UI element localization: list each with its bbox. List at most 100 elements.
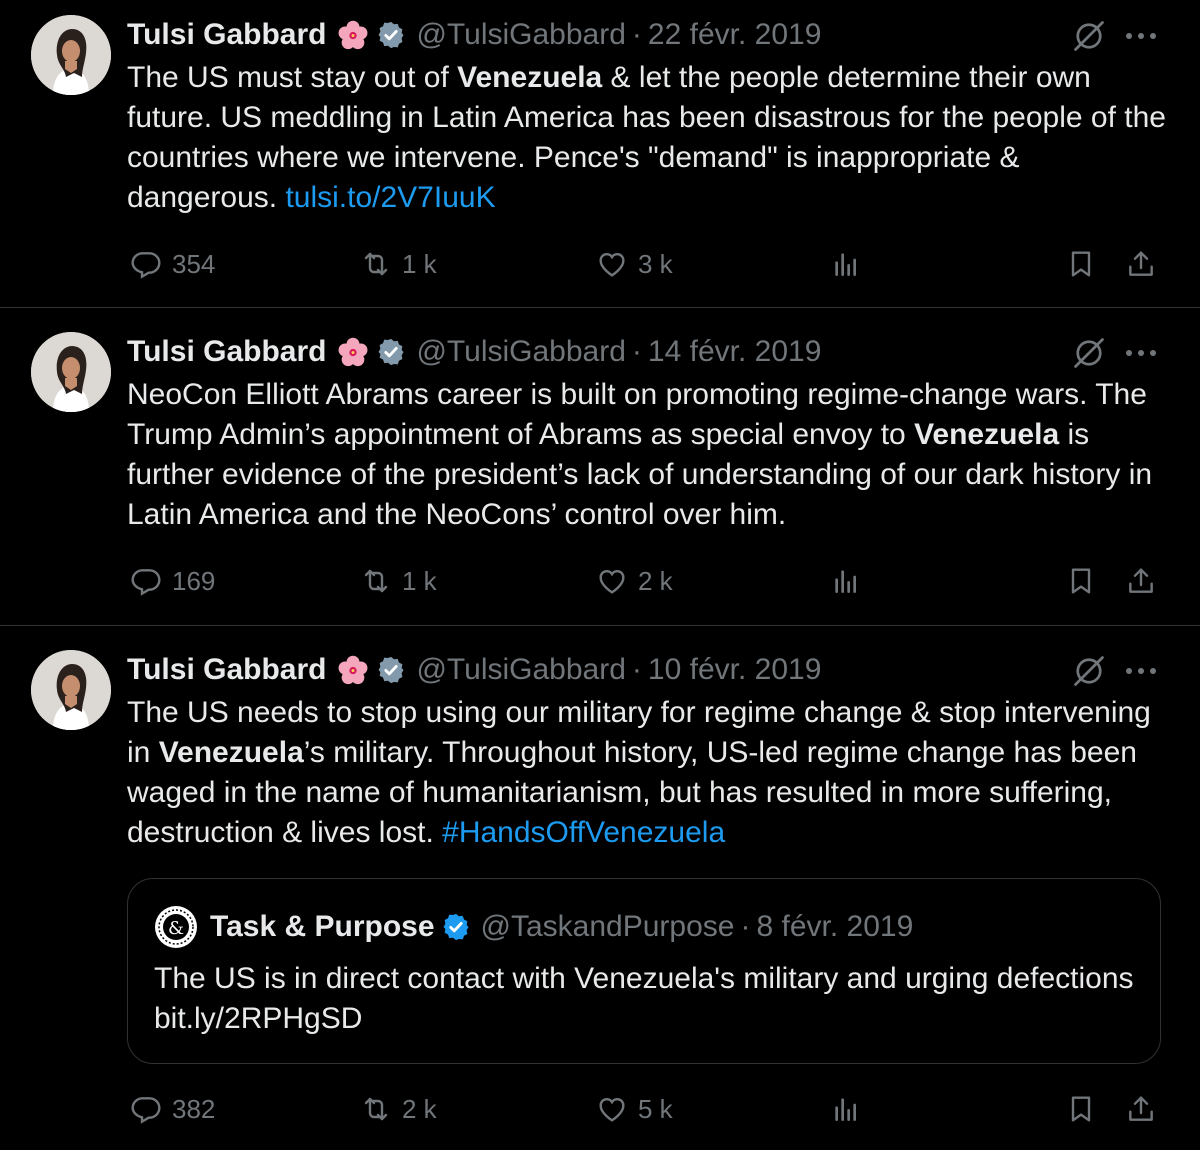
action-bar: 354 1 k 3 k xyxy=(0,244,1200,284)
highlighted-term: Venezuela xyxy=(158,736,304,769)
verified-badge-icon[interactable] xyxy=(376,337,406,367)
more-options-icon[interactable] xyxy=(1124,31,1158,41)
share-button[interactable] xyxy=(1125,561,1157,601)
verified-badge-icon[interactable] xyxy=(376,655,406,685)
highlighted-term: Venezuela xyxy=(914,418,1060,451)
grok-icon[interactable] xyxy=(1071,18,1107,54)
repost-count: 2 k xyxy=(402,1093,437,1124)
quote-author-name[interactable]: Task & Purpose xyxy=(210,910,435,944)
avatar[interactable] xyxy=(31,650,111,730)
verified-badge-icon[interactable] xyxy=(376,20,406,50)
quote-date[interactable]: 8 févr. 2019 xyxy=(756,910,913,944)
reply-icon xyxy=(130,565,162,597)
action-bar: 169 1 k 2 k xyxy=(0,561,1200,601)
hashtag-link[interactable]: #HandsOffVenezuela xyxy=(442,816,725,849)
task-and-purpose-logo-icon[interactable]: & xyxy=(154,905,198,949)
tweet-3[interactable]: Tulsi Gabbard @TulsiGabbard · 10 févr. 2… xyxy=(0,626,1200,1150)
author-name[interactable]: Tulsi Gabbard xyxy=(127,335,326,369)
like-count: 5 k xyxy=(638,1093,673,1124)
bookmark-icon xyxy=(1065,248,1097,280)
author-name[interactable]: Tulsi Gabbard xyxy=(127,653,326,687)
more-options-icon[interactable] xyxy=(1124,666,1158,676)
reply-count: 382 xyxy=(172,1093,216,1124)
profile-photo-icon xyxy=(31,15,111,95)
separator-dot: · xyxy=(631,335,642,368)
heart-icon xyxy=(596,1093,628,1125)
hibiscus-emoji-icon xyxy=(336,18,370,52)
repost-button[interactable]: 2 k xyxy=(360,1089,437,1129)
hibiscus-emoji-icon xyxy=(336,653,370,687)
bookmark-button[interactable] xyxy=(1065,1089,1097,1129)
reply-count: 354 xyxy=(172,248,216,279)
views-chart-icon xyxy=(830,1093,862,1125)
reply-icon xyxy=(130,248,162,280)
profile-photo-icon xyxy=(31,332,111,412)
tweet-2[interactable]: Tulsi Gabbard @TulsiGabbard · 14 févr. 2… xyxy=(0,308,1200,625)
share-icon xyxy=(1125,1093,1157,1125)
quote-author-handle[interactable]: @TaskandPurpose xyxy=(481,910,735,944)
heart-icon xyxy=(596,565,628,597)
views-chart-icon xyxy=(830,565,862,597)
views-button[interactable] xyxy=(830,561,862,601)
bookmark-icon xyxy=(1065,565,1097,597)
quoted-tweet[interactable]: & Task & Purpose @TaskandPurpose · 8 fév… xyxy=(127,878,1161,1064)
grok-icon[interactable] xyxy=(1071,335,1107,371)
share-icon xyxy=(1125,248,1157,280)
views-button[interactable] xyxy=(830,1089,862,1129)
tweet-date[interactable]: 10 févr. 2019 xyxy=(648,653,821,687)
reply-icon xyxy=(130,1093,162,1125)
svg-text:&: & xyxy=(168,918,184,939)
like-count: 3 k xyxy=(638,248,673,279)
tweet-date[interactable]: 22 févr. 2019 xyxy=(648,18,821,52)
share-icon xyxy=(1125,565,1157,597)
repost-count: 1 k xyxy=(402,565,437,596)
reply-button[interactable]: 354 xyxy=(130,244,215,284)
quote-header: & Task & Purpose @TaskandPurpose · 8 fév… xyxy=(154,905,913,949)
text-segment: The US must stay out of xyxy=(127,61,458,94)
reply-button[interactable]: 382 xyxy=(130,1089,215,1129)
tweet-header: Tulsi Gabbard @TulsiGabbard · 22 févr. 2… xyxy=(127,15,821,55)
tweet-text: NeoCon Elliott Abrams career is built on… xyxy=(127,375,1167,535)
quote-text: The US is in direct contact with Venezue… xyxy=(154,962,1134,1035)
tweet-header: Tulsi Gabbard @TulsiGabbard · 14 févr. 2… xyxy=(127,332,821,372)
separator-dot: · xyxy=(740,910,751,943)
verified-badge-icon[interactable] xyxy=(441,912,471,942)
tweet-text: The US needs to stop using our military … xyxy=(127,693,1167,853)
like-button[interactable]: 3 k xyxy=(596,244,673,284)
share-button[interactable] xyxy=(1125,244,1157,284)
repost-icon xyxy=(360,565,392,597)
repost-icon xyxy=(360,1093,392,1125)
bookmark-button[interactable] xyxy=(1065,561,1097,601)
tweet-header: Tulsi Gabbard @TulsiGabbard · 10 févr. 2… xyxy=(127,650,821,690)
repost-button[interactable]: 1 k xyxy=(360,244,437,284)
separator-dot: · xyxy=(631,18,642,51)
hibiscus-emoji-icon xyxy=(336,335,370,369)
views-button[interactable] xyxy=(830,244,862,284)
reply-button[interactable]: 169 xyxy=(130,561,215,601)
tweet-date[interactable]: 14 févr. 2019 xyxy=(648,335,821,369)
author-handle[interactable]: @TulsiGabbard xyxy=(416,653,625,687)
highlighted-term: Venezuela xyxy=(457,61,603,94)
tweet-text: The US must stay out of Venezuela & let … xyxy=(127,58,1167,218)
grok-icon[interactable] xyxy=(1071,653,1107,689)
tweet-1[interactable]: Tulsi Gabbard @TulsiGabbard · 22 févr. 2… xyxy=(0,0,1200,307)
tweet-link[interactable]: tulsi.to/2V7IuuK xyxy=(285,181,495,214)
author-name[interactable]: Tulsi Gabbard xyxy=(127,18,326,52)
action-bar: 382 2 k 5 k xyxy=(0,1089,1200,1129)
author-handle[interactable]: @TulsiGabbard xyxy=(416,18,625,52)
reply-count: 169 xyxy=(172,565,216,596)
like-button[interactable]: 5 k xyxy=(596,1089,673,1129)
repost-icon xyxy=(360,248,392,280)
bookmark-icon xyxy=(1065,1093,1097,1125)
like-button[interactable]: 2 k xyxy=(596,561,673,601)
share-button[interactable] xyxy=(1125,1089,1157,1129)
more-options-icon[interactable] xyxy=(1124,348,1158,358)
avatar[interactable] xyxy=(31,332,111,412)
avatar[interactable] xyxy=(31,15,111,95)
repost-button[interactable]: 1 k xyxy=(360,561,437,601)
author-handle[interactable]: @TulsiGabbard xyxy=(416,335,625,369)
heart-icon xyxy=(596,248,628,280)
profile-photo-icon xyxy=(31,650,111,730)
like-count: 2 k xyxy=(638,565,673,596)
bookmark-button[interactable] xyxy=(1065,244,1097,284)
